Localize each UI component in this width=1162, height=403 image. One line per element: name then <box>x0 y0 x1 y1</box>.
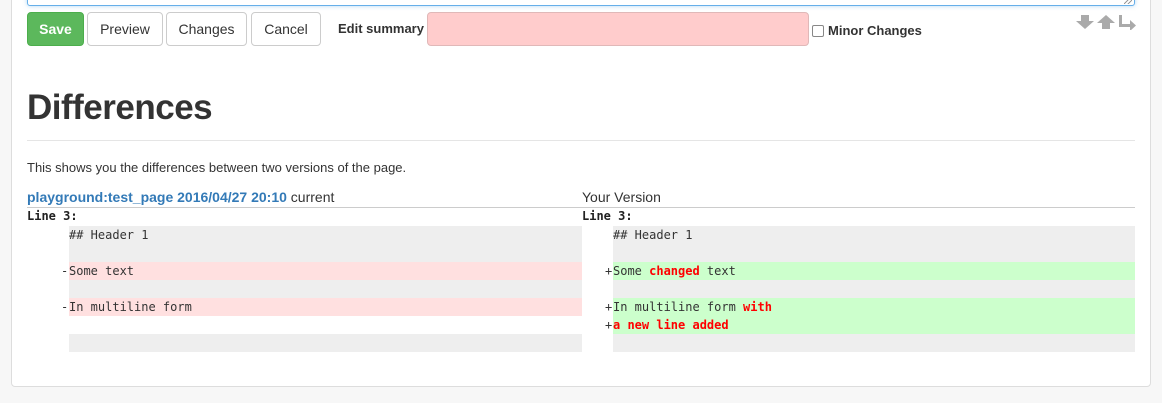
add-marker: + <box>605 318 613 332</box>
page-title: Differences <box>27 88 213 127</box>
right-context-block: ## Header 1 <box>613 226 1135 262</box>
resize-grip-icon[interactable] <box>1124 0 1132 4</box>
added-word-highlight: a new line added <box>613 318 729 332</box>
right-context-text: ## Header 1 <box>613 228 693 242</box>
left-line-number: Line 3: <box>27 209 78 223</box>
edit-summary-label: Edit summary <box>338 21 424 36</box>
left-context-blank <box>69 280 582 298</box>
diff-header-divider <box>27 207 1135 208</box>
left-context-blank <box>69 334 582 352</box>
del-marker: - <box>61 264 69 278</box>
save-button[interactable]: Save <box>27 12 84 46</box>
add-marker: + <box>605 264 613 278</box>
minor-changes-label: Minor Changes <box>828 23 922 38</box>
changes-button[interactable]: Changes <box>166 12 247 46</box>
minor-changes-checkbox[interactable] <box>812 24 824 37</box>
right-context-blank <box>613 334 1135 352</box>
cancel-button[interactable]: Cancel <box>251 12 321 46</box>
added-word-highlight: changed <box>649 264 700 278</box>
left-revision-header: playground:test_page 2016/04/27 20:10 cu… <box>27 189 334 205</box>
diff-navigation <box>1075 14 1137 31</box>
added-text: In multiline form <box>613 300 744 314</box>
arrow-down-icon[interactable] <box>1075 14 1095 30</box>
left-deleted-line: Some text <box>69 262 582 280</box>
added-text: Some <box>613 264 650 278</box>
right-added-line: Some changed text <box>613 262 1135 280</box>
right-context-blank <box>613 280 1135 298</box>
left-context-text: ## Header 1 <box>69 228 149 242</box>
add-marker: + <box>605 300 613 314</box>
left-context-block: ## Header 1 <box>69 226 582 262</box>
preview-button[interactable]: Preview <box>87 12 163 46</box>
right-added-line: a new line added <box>613 316 1135 334</box>
minor-changes-toggle[interactable]: Minor Changes <box>812 23 922 38</box>
revision-current-label: current <box>286 189 335 205</box>
right-added-line: In multiline form with <box>613 298 1135 316</box>
return-icon[interactable] <box>1117 14 1137 31</box>
revision-link[interactable]: playground:test_page 2016/04/27 20:10 <box>27 189 287 205</box>
title-divider <box>27 140 1135 141</box>
added-word-highlight: with <box>743 300 772 314</box>
del-marker: - <box>61 300 69 314</box>
right-line-number: Line 3: <box>582 209 633 223</box>
page-description: This shows you the differences between t… <box>27 160 407 175</box>
edit-summary-input[interactable] <box>427 12 809 46</box>
arrow-up-icon[interactable] <box>1096 14 1116 30</box>
added-text: text <box>699 264 736 278</box>
wiki-text-editor[interactable] <box>27 0 1135 6</box>
right-revision-header: Your Version <box>582 189 661 205</box>
left-deleted-line: In multiline form <box>69 298 582 316</box>
